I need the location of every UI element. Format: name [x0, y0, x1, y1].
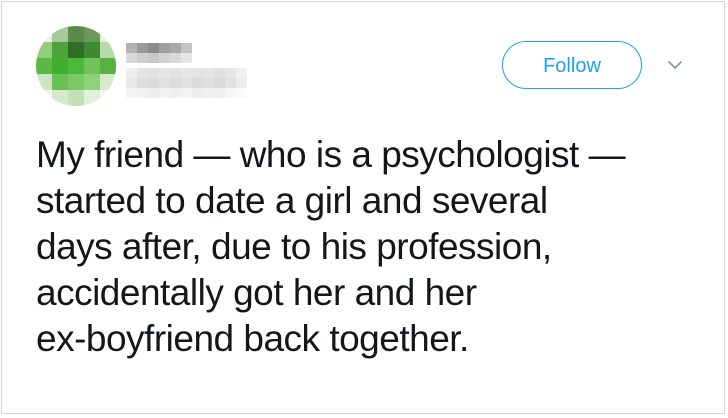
tweet-text-line: started to date a girl and several — [36, 180, 548, 221]
tweet-text: My friend — who is a psychologist — star… — [36, 132, 716, 362]
tweet-card: Follow My friend — who is a psychologist… — [1, 1, 725, 414]
avatar[interactable] — [36, 26, 116, 106]
author-name-pixelated[interactable] — [126, 43, 192, 63]
tweet-text-line: My friend — who is a psychologist — — [36, 134, 626, 175]
author-handle-pixelated — [126, 68, 247, 98]
tweet-text-line: days after, due to his profession, — [36, 226, 552, 267]
tweet-text-line: accidentally got her and her — [36, 272, 477, 313]
chevron-down-icon[interactable] — [666, 56, 684, 74]
tweet-text-line: ex-boyfriend back together. — [36, 318, 469, 359]
follow-button[interactable]: Follow — [502, 41, 642, 89]
